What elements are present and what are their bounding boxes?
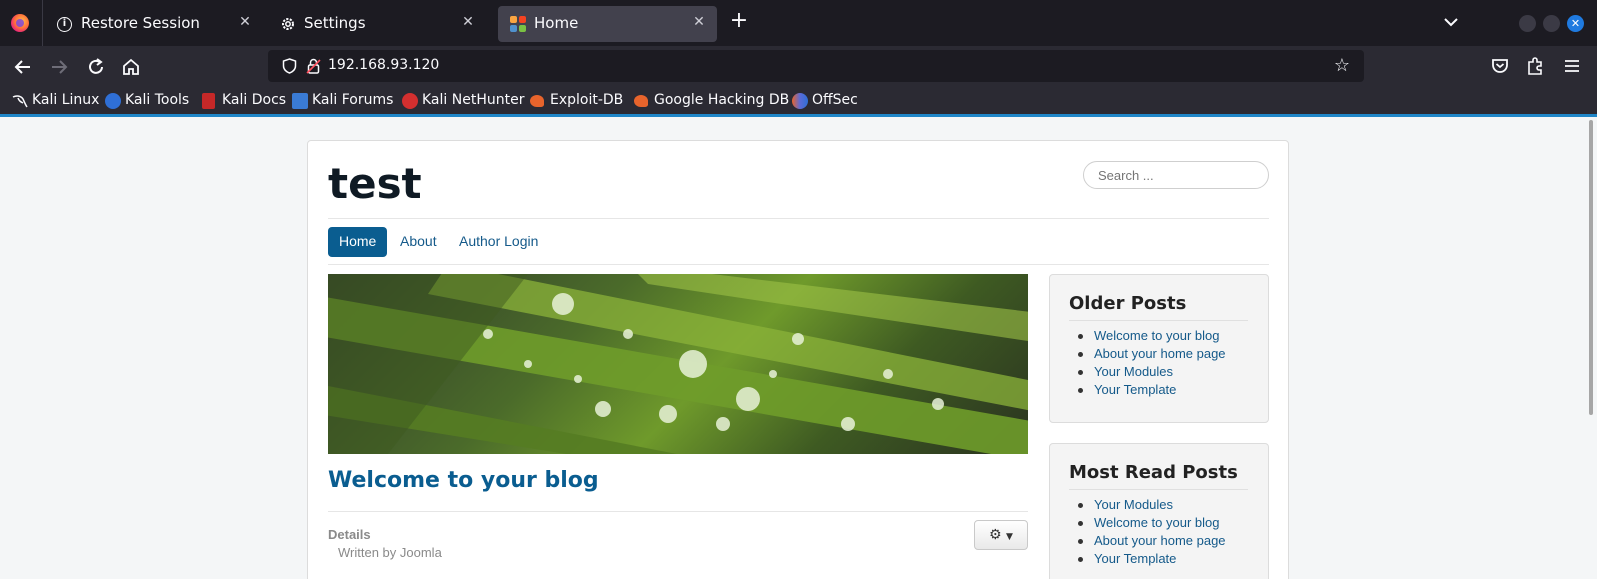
post-link[interactable]: Your Modules (1075, 363, 1226, 381)
kali-dragon-icon (12, 93, 28, 109)
insecure-lock-icon[interactable] (306, 58, 321, 74)
tab-title: Restore Session (81, 14, 200, 32)
page-viewport: test Home About Author Login (0, 120, 1597, 579)
post-link[interactable]: Your Template (1075, 550, 1226, 568)
bookmark-label: Exploit-DB (550, 92, 624, 108)
divider (328, 511, 1028, 512)
post-link[interactable]: Your Modules (1075, 496, 1226, 514)
forward-arrow-icon[interactable] (46, 54, 72, 80)
exploit-db-icon (530, 95, 544, 107)
tab-restore-session[interactable]: i Restore Session ✕ (45, 6, 263, 42)
maximize-button[interactable] (1543, 15, 1560, 32)
back-arrow-icon[interactable] (10, 54, 36, 80)
window-close-button[interactable]: ✕ (1567, 15, 1584, 32)
menu-item-author-login[interactable]: Author Login (448, 227, 549, 257)
shield-icon[interactable] (282, 58, 297, 74)
tab-settings[interactable]: Settings ✕ (268, 6, 486, 42)
bookmark-label: Kali Forums (312, 92, 394, 108)
tab-separator (42, 0, 43, 46)
article-options-gear-button[interactable]: ⚙ ▼ (974, 520, 1028, 550)
site-container: test Home About Author Login (307, 140, 1289, 579)
site-title[interactable]: test (328, 159, 422, 208)
nethunter-icon (402, 93, 418, 109)
bookmarks-toolbar: Kali Linux Kali Tools Kali Docs Kali For… (0, 87, 1597, 117)
module-most-read-posts: Most Read Posts Your Modules Welcome to … (1049, 443, 1269, 579)
kali-tools-icon (105, 93, 121, 109)
details-label: Details (328, 527, 371, 542)
tab-title: Home (534, 14, 579, 32)
close-icon[interactable]: ✕ (460, 13, 476, 31)
url-text[interactable]: 192.168.93.120 (328, 57, 439, 73)
ghdb-icon (634, 95, 648, 107)
post-link[interactable]: About your home page (1075, 532, 1226, 550)
post-list: Welcome to your blog About your home pag… (1075, 327, 1226, 399)
minimize-button[interactable] (1519, 15, 1536, 32)
close-icon[interactable]: ✕ (237, 13, 253, 31)
kali-docs-icon (202, 93, 215, 109)
new-tab-button[interactable]: + (728, 10, 750, 34)
menu-hamburger-icon[interactable] (1560, 54, 1584, 78)
bookmark-label: Google Hacking DB (654, 92, 790, 108)
post-link[interactable]: Your Template (1075, 381, 1226, 399)
divider (328, 264, 1269, 265)
divider (1069, 320, 1248, 321)
home-icon[interactable] (118, 54, 144, 80)
module-title: Most Read Posts (1069, 462, 1238, 483)
offsec-icon (792, 93, 808, 109)
pocket-icon[interactable] (1488, 54, 1512, 78)
tab-title: Settings (304, 14, 366, 32)
post-link[interactable]: Welcome to your blog (1075, 327, 1226, 345)
post-link[interactable]: Welcome to your blog (1075, 514, 1226, 532)
info-icon: i (57, 17, 72, 32)
list-all-tabs-chevron-down-icon[interactable] (1441, 12, 1461, 32)
post-list: Your Modules Welcome to your blog About … (1075, 496, 1226, 568)
gear-icon: ⚙ (989, 527, 1002, 543)
kali-forums-icon (292, 93, 308, 109)
page-scrollbar[interactable] (1589, 120, 1593, 415)
search-input[interactable] (1083, 161, 1269, 189)
author-line: Written by Joomla (338, 545, 442, 560)
extensions-puzzle-icon[interactable] (1523, 54, 1547, 78)
joomla-icon (510, 16, 526, 32)
hero-image-grass-droplets (328, 274, 1028, 454)
bookmark-label: Kali Tools (125, 92, 190, 108)
tab-bar: i Restore Session ✕ Settings ✕ Home ✕ + … (0, 0, 1597, 46)
divider (328, 218, 1269, 219)
caret-down-icon: ▼ (1006, 532, 1013, 542)
reload-icon[interactable] (83, 54, 109, 80)
menu-item-home[interactable]: Home (328, 227, 388, 257)
close-icon[interactable]: ✕ (691, 13, 707, 31)
module-title: Older Posts (1069, 293, 1187, 314)
bookmark-label: Kali Docs (222, 92, 287, 108)
bookmark-label: Kali Linux (32, 92, 100, 108)
bookmark-label: OffSec (812, 92, 858, 108)
post-title-link[interactable]: Welcome to your blog (328, 468, 599, 493)
firefox-logo-icon[interactable] (11, 14, 29, 32)
tab-home[interactable]: Home ✕ (498, 6, 717, 42)
module-older-posts: Older Posts Welcome to your blog About y… (1049, 274, 1269, 423)
divider (1069, 489, 1248, 490)
bookmark-label: Kali NetHunter (422, 92, 525, 108)
bookmark-star-icon[interactable]: ☆ (1334, 56, 1350, 76)
url-bar[interactable]: 192.168.93.120 ☆ (268, 50, 1364, 82)
post-link[interactable]: About your home page (1075, 345, 1226, 363)
gear-icon (280, 16, 296, 32)
menu-item-about[interactable]: About (389, 227, 448, 257)
